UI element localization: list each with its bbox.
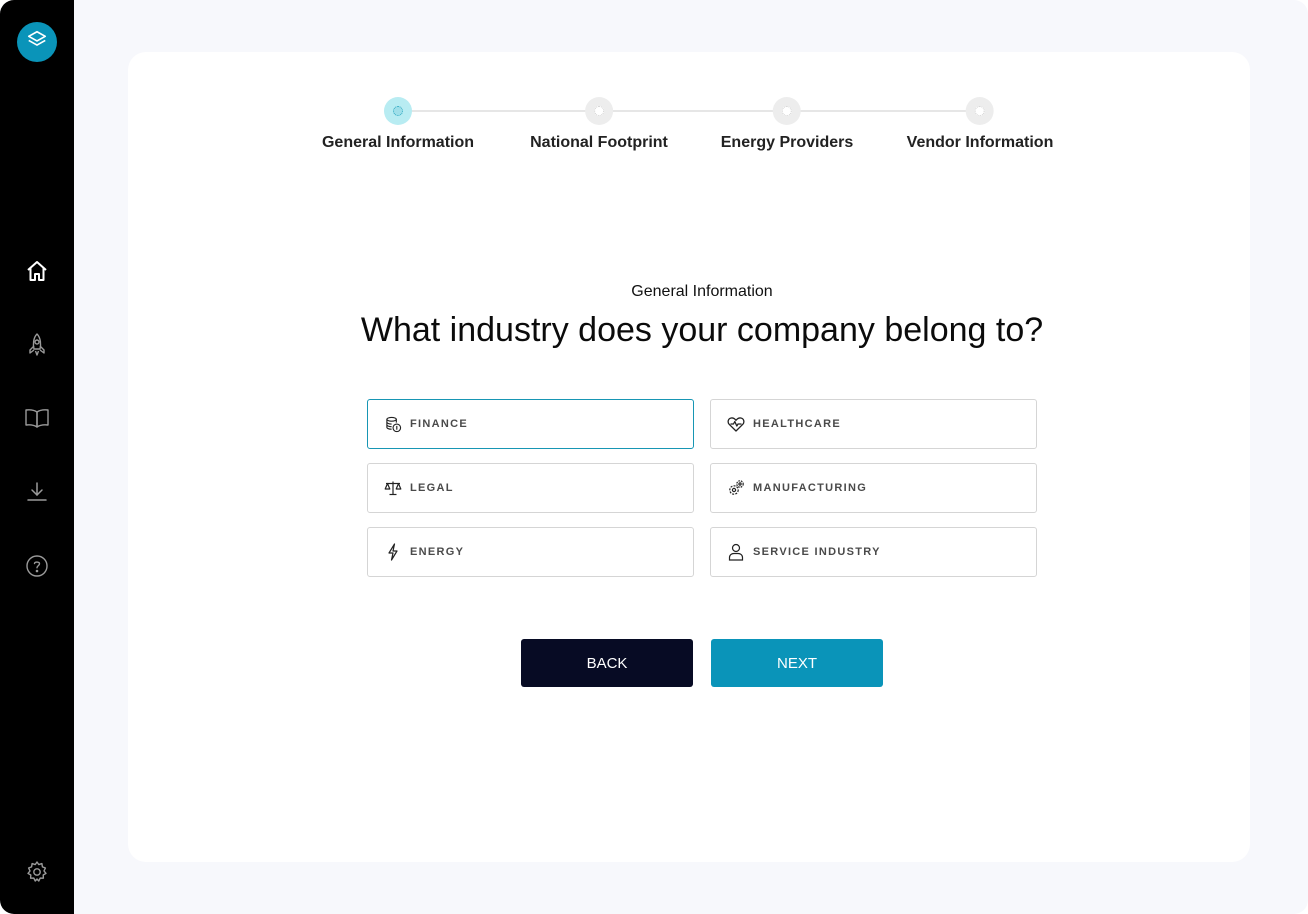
heartbeat-icon xyxy=(727,415,745,433)
wizard-card: General Information National Footprint E… xyxy=(128,52,1250,862)
app-logo[interactable] xyxy=(17,22,57,62)
download-icon xyxy=(25,480,49,509)
settings-button[interactable] xyxy=(22,859,52,889)
option-label: MANUFACTURING xyxy=(753,482,868,494)
step-label: National Footprint xyxy=(530,134,668,151)
option-label: ENERGY xyxy=(410,546,465,558)
sidebar-item-docs[interactable] xyxy=(22,405,52,435)
stepper-line xyxy=(398,110,972,112)
gears-icon xyxy=(727,479,745,497)
page-question: What industry does your company belong t… xyxy=(360,311,1044,349)
step-indicator-active xyxy=(384,97,412,125)
scales-icon xyxy=(384,479,402,497)
option-energy[interactable]: ENERGY xyxy=(367,527,694,577)
step-national-footprint[interactable]: National Footprint xyxy=(530,97,668,152)
sidebar-item-help[interactable] xyxy=(22,553,52,583)
step-label: Vendor Information xyxy=(906,134,1054,151)
layers-icon xyxy=(26,29,48,56)
option-label: FINANCE xyxy=(410,418,468,430)
option-label: SERVICE INDUSTRY xyxy=(753,546,881,558)
book-icon xyxy=(24,407,50,434)
coins-icon xyxy=(384,415,402,433)
sidebar-item-home[interactable] xyxy=(22,258,52,288)
option-service-industry[interactable]: SERVICE INDUSTRY xyxy=(710,527,1037,577)
option-legal[interactable]: LEGAL xyxy=(367,463,694,513)
sidebar-item-launch[interactable] xyxy=(22,332,52,362)
rocket-icon xyxy=(25,332,49,363)
person-icon xyxy=(727,543,745,561)
step-general-information[interactable]: General Information xyxy=(322,97,474,152)
next-button[interactable]: NEXT xyxy=(711,639,883,687)
sidebar-item-download[interactable] xyxy=(22,479,52,509)
home-icon xyxy=(25,259,49,288)
step-energy-providers[interactable]: Energy Providers xyxy=(720,97,854,152)
bolt-icon xyxy=(384,543,402,561)
option-label: LEGAL xyxy=(410,482,454,494)
option-healthcare[interactable]: HEALTHCARE xyxy=(710,399,1037,449)
step-label: Energy Providers xyxy=(720,134,854,151)
step-indicator xyxy=(584,97,613,125)
step-indicator xyxy=(773,97,801,125)
option-finance[interactable]: FINANCE xyxy=(367,399,694,449)
option-manufacturing[interactable]: MANUFACTURING xyxy=(710,463,1037,513)
sidebar xyxy=(0,0,74,914)
option-label: HEALTHCARE xyxy=(753,418,841,430)
back-button[interactable]: BACK xyxy=(521,639,693,687)
gear-icon xyxy=(25,860,49,889)
step-label: General Information xyxy=(321,134,475,151)
help-icon xyxy=(25,554,49,583)
app-window: General Information National Footprint E… xyxy=(0,0,1308,914)
section-subtitle: General Information xyxy=(631,283,773,300)
step-vendor-information[interactable]: Vendor Information xyxy=(906,97,1054,152)
step-indicator xyxy=(965,97,994,125)
